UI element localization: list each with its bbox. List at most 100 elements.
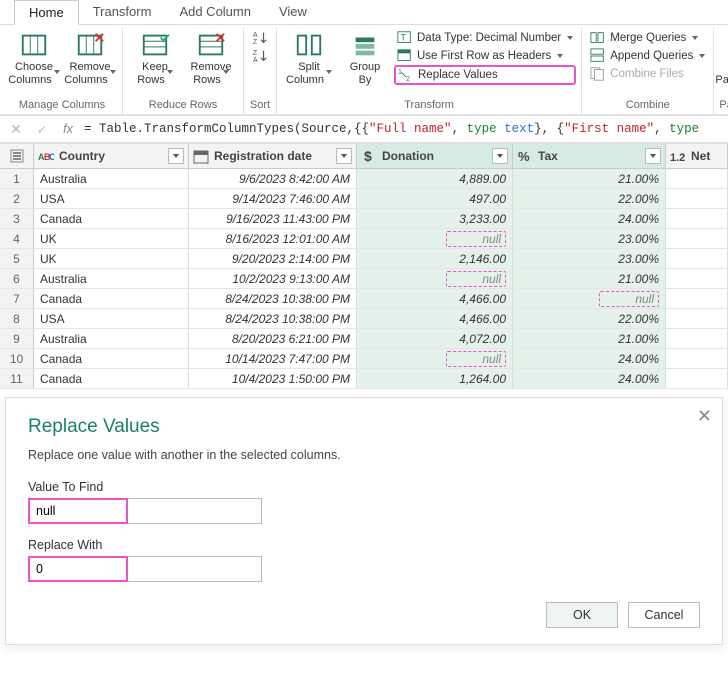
column-header-donation[interactable]: $Donation xyxy=(357,144,513,168)
keep-rows-button[interactable]: KeepRows xyxy=(128,28,182,88)
column-filter-dropdown[interactable] xyxy=(645,148,661,164)
data-type-button[interactable]: TData Type: Decimal Number xyxy=(394,29,576,47)
close-icon[interactable]: ✕ xyxy=(697,406,712,427)
cell-registration-date[interactable]: 9/20/2023 2:14:00 PM xyxy=(189,249,357,268)
cell-donation[interactable]: 3,233.00 xyxy=(357,209,513,228)
row-number[interactable]: 3 xyxy=(0,209,34,228)
cell-country[interactable]: USA xyxy=(34,189,189,208)
row-number[interactable]: 11 xyxy=(0,369,34,388)
column-header-net[interactable]: 1.2Net xyxy=(666,144,728,168)
cell-net[interactable] xyxy=(666,309,728,328)
cell-net[interactable] xyxy=(666,169,728,188)
cell-country[interactable]: UK xyxy=(34,249,189,268)
table-row[interactable]: 11Canada10/4/2023 1:50:00 PM1,264.0024.0… xyxy=(0,369,728,389)
cell-donation[interactable]: 1,264.00 xyxy=(357,369,513,388)
split-column-button[interactable]: SplitColumn xyxy=(282,28,336,88)
cell-country[interactable]: UK xyxy=(34,229,189,248)
choose-columns-button[interactable]: ChooseColumns xyxy=(7,28,61,88)
cell-registration-date[interactable]: 9/14/2023 7:46:00 AM xyxy=(189,189,357,208)
cell-registration-date[interactable]: 8/20/2023 6:21:00 PM xyxy=(189,329,357,348)
row-number[interactable]: 9 xyxy=(0,329,34,348)
table-row[interactable]: 9Australia8/20/2023 6:21:00 PM4,072.0021… xyxy=(0,329,728,349)
cell-country[interactable]: Australia xyxy=(34,329,189,348)
column-header-registration-date[interactable]: Registration date xyxy=(189,144,357,168)
cell-donation[interactable]: 2,146.00 xyxy=(357,249,513,268)
cell-registration-date[interactable]: 8/24/2023 10:38:00 PM xyxy=(189,289,357,308)
table-row[interactable]: 5UK9/20/2023 2:14:00 PM2,146.0023.00% xyxy=(0,249,728,269)
formula-accept-button[interactable]: ✓ xyxy=(32,122,52,137)
cell-country[interactable]: USA xyxy=(34,309,189,328)
manage-parameters-button[interactable]: ManageParameters xyxy=(721,28,728,88)
cell-net[interactable] xyxy=(666,229,728,248)
cell-registration-date[interactable]: 9/16/2023 11:43:00 PM xyxy=(189,209,357,228)
table-row[interactable]: 4UK8/16/2023 12:01:00 AMnull23.00% xyxy=(0,229,728,249)
cell-tax[interactable]: 21.00% xyxy=(513,329,666,348)
cell-donation[interactable]: null xyxy=(357,349,513,368)
column-header-tax[interactable]: %Tax xyxy=(513,144,666,168)
cell-net[interactable] xyxy=(666,189,728,208)
tab-add-column[interactable]: Add Column xyxy=(165,0,265,24)
value-to-find-input[interactable] xyxy=(28,498,128,524)
cell-registration-date[interactable]: 10/2/2023 9:13:00 AM xyxy=(189,269,357,288)
column-filter-dropdown[interactable] xyxy=(336,148,352,164)
column-filter-dropdown[interactable] xyxy=(168,148,184,164)
first-row-headers-button[interactable]: Use First Row as Headers xyxy=(394,47,576,65)
grid-corner[interactable] xyxy=(0,144,34,168)
row-number[interactable]: 4 xyxy=(0,229,34,248)
row-number[interactable]: 2 xyxy=(0,189,34,208)
cell-donation[interactable]: 4,072.00 xyxy=(357,329,513,348)
merge-queries-button[interactable]: Merge Queries xyxy=(587,29,708,47)
cancel-button[interactable]: Cancel xyxy=(628,602,700,628)
row-number[interactable]: 10 xyxy=(0,349,34,368)
table-row[interactable]: 1Australia9/6/2023 8:42:00 AM4,889.0021.… xyxy=(0,169,728,189)
cell-country[interactable]: Australia xyxy=(34,169,189,188)
cell-net[interactable] xyxy=(666,269,728,288)
cell-country[interactable]: Australia xyxy=(34,269,189,288)
cell-net[interactable] xyxy=(666,329,728,348)
cell-registration-date[interactable]: 10/4/2023 1:50:00 PM xyxy=(189,369,357,388)
tab-home[interactable]: Home xyxy=(14,0,79,25)
remove-rows-button[interactable]: RemoveRows xyxy=(184,28,238,88)
table-row[interactable]: 10Canada10/14/2023 7:47:00 PMnull24.00% xyxy=(0,349,728,369)
cell-donation[interactable]: 4,889.00 xyxy=(357,169,513,188)
cell-donation[interactable]: 4,466.00 xyxy=(357,309,513,328)
cell-country[interactable]: Canada xyxy=(34,369,189,388)
value-to-find-extension[interactable] xyxy=(128,498,262,524)
cell-tax[interactable]: 24.00% xyxy=(513,369,666,388)
cell-net[interactable] xyxy=(666,289,728,308)
formula-cancel-button[interactable]: ✕ xyxy=(6,121,26,138)
replace-values-button[interactable]: 12Replace Values xyxy=(394,65,576,85)
cell-donation[interactable]: null xyxy=(357,269,513,288)
cell-tax[interactable]: 23.00% xyxy=(513,249,666,268)
group-by-button[interactable]: GroupBy xyxy=(338,28,392,88)
row-number[interactable]: 1 xyxy=(0,169,34,188)
cell-donation[interactable]: null xyxy=(357,229,513,248)
sort-desc-button[interactable]: ZA xyxy=(249,47,271,65)
append-queries-button[interactable]: Append Queries xyxy=(587,47,708,65)
column-filter-dropdown[interactable] xyxy=(492,148,508,164)
sort-asc-button[interactable]: AZ xyxy=(249,29,271,47)
cell-registration-date[interactable]: 8/16/2023 12:01:00 AM xyxy=(189,229,357,248)
cell-tax[interactable]: 24.00% xyxy=(513,209,666,228)
cell-country[interactable]: Canada xyxy=(34,349,189,368)
row-number[interactable]: 5 xyxy=(0,249,34,268)
row-number[interactable]: 7 xyxy=(0,289,34,308)
ok-button[interactable]: OK xyxy=(546,602,618,628)
table-row[interactable]: 7Canada8/24/2023 10:38:00 PM4,466.00null xyxy=(0,289,728,309)
cell-net[interactable] xyxy=(666,249,728,268)
replace-with-extension[interactable] xyxy=(128,556,262,582)
cell-tax[interactable]: 24.00% xyxy=(513,349,666,368)
cell-net[interactable] xyxy=(666,349,728,368)
cell-registration-date[interactable]: 8/24/2023 10:38:00 PM xyxy=(189,309,357,328)
cell-tax[interactable]: 23.00% xyxy=(513,229,666,248)
formula-input[interactable]: = Table.TransformColumnTypes(Source,{{"F… xyxy=(84,122,722,136)
remove-columns-button[interactable]: RemoveColumns xyxy=(63,28,117,88)
row-number[interactable]: 8 xyxy=(0,309,34,328)
cell-tax[interactable]: 22.00% xyxy=(513,189,666,208)
tab-transform[interactable]: Transform xyxy=(79,0,166,24)
cell-net[interactable] xyxy=(666,209,728,228)
cell-net[interactable] xyxy=(666,369,728,388)
replace-with-input[interactable] xyxy=(28,556,128,582)
cell-tax[interactable]: 22.00% xyxy=(513,309,666,328)
cell-tax[interactable]: 21.00% xyxy=(513,169,666,188)
